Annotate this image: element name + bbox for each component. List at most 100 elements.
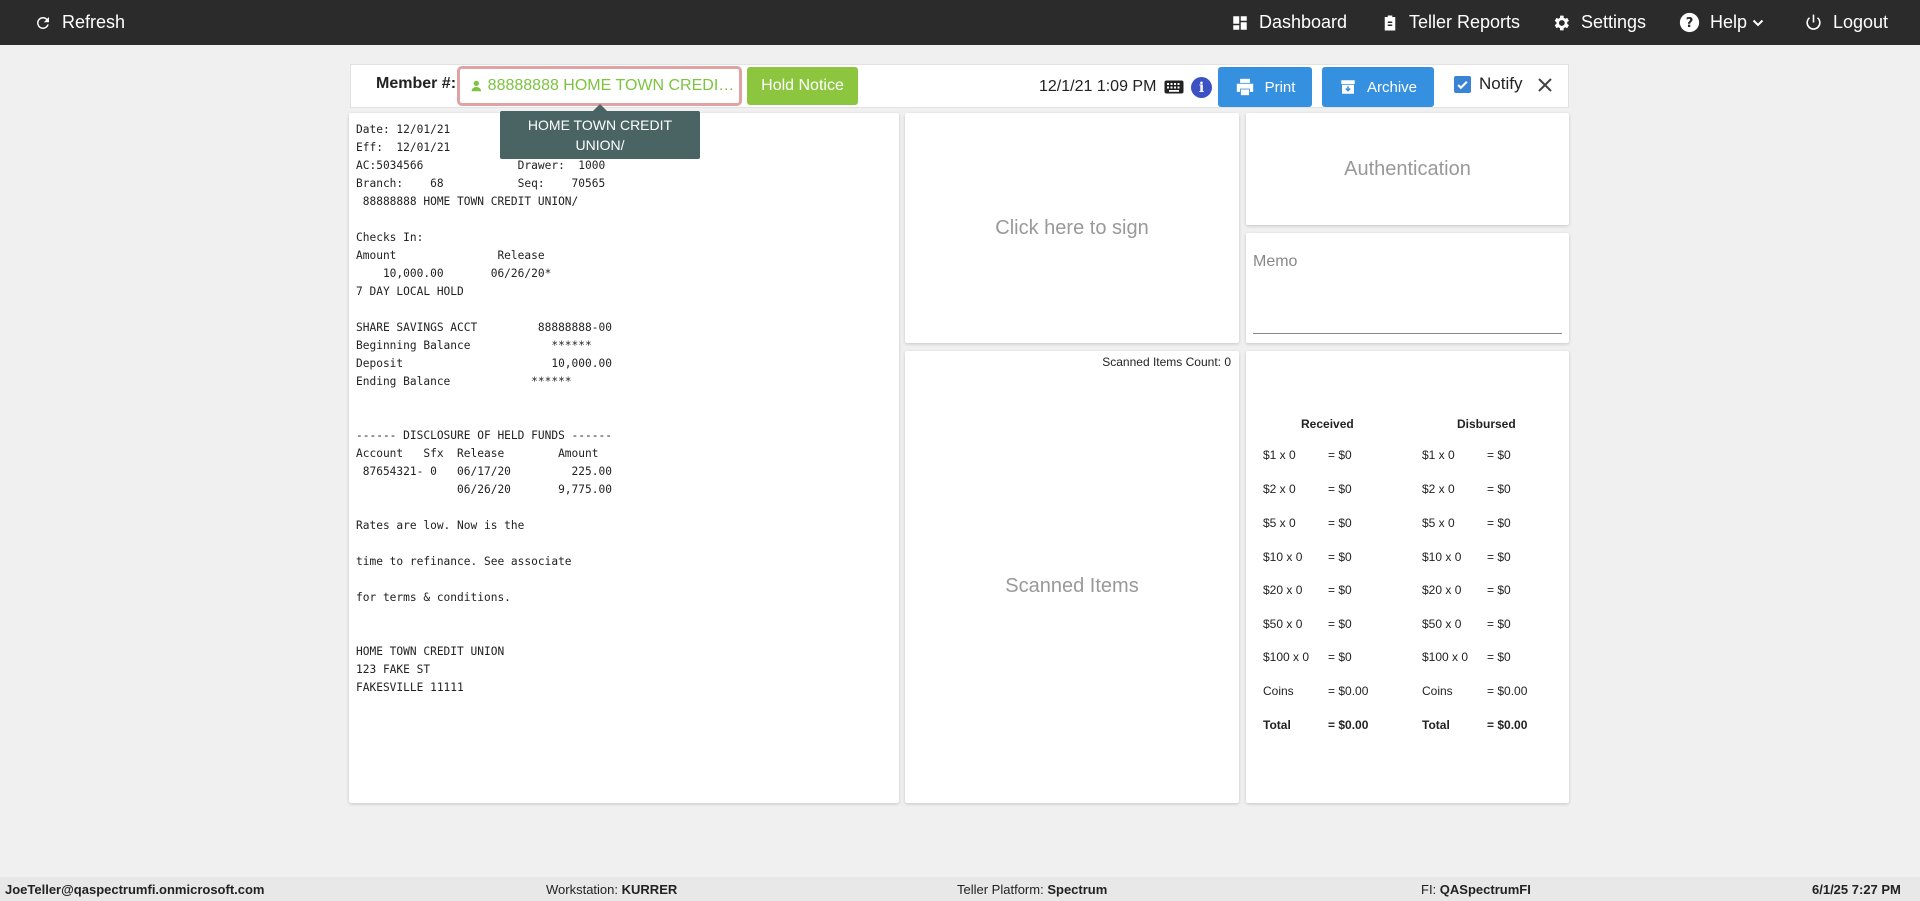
footer-workstation: Workstation: KURRER <box>546 882 678 897</box>
gear-icon <box>1554 15 1569 30</box>
received-denomination: $2 x 0 <box>1263 482 1296 496</box>
received-denomination: $1 x 0 <box>1263 448 1296 462</box>
disbursed-header: Disbursed <box>1457 417 1516 431</box>
received-denomination: Coins <box>1263 684 1294 698</box>
disbursed-amount: = $0 <box>1487 583 1511 597</box>
archive-label: Archive <box>1366 78 1418 96</box>
disbursed-amount: = $0 <box>1487 650 1511 664</box>
print-label: Print <box>1264 78 1296 96</box>
printer-icon <box>1236 78 1253 96</box>
archive-button[interactable]: Archive <box>1322 67 1434 107</box>
help-menu[interactable]: ? Help <box>1679 0 1764 45</box>
cash-breakdown-panel: Received Disbursed $1 x 0 = $0 $2 x 0 = $0 $… <box>1246 351 1569 803</box>
member-tooltip: HOME TOWN CREDIT UNION/ <box>500 104 700 159</box>
teller-reports-link[interactable]: Teller Reports <box>1381 0 1520 45</box>
tooltip-line-2: UNION/ <box>575 137 625 153</box>
scanned-items-panel: Scanned Items Count: 0 Scanned Items <box>905 351 1239 803</box>
close-icon[interactable] <box>1536 76 1554 94</box>
received-header: Received <box>1301 417 1354 431</box>
authentication-label: Authentication <box>1344 157 1471 180</box>
disbursed-denomination: $5 x 0 <box>1422 516 1455 530</box>
dashboard-icon <box>1233 15 1247 30</box>
dashboard-label: Dashboard <box>1259 12 1348 32</box>
received-amount: = $0 <box>1328 448 1352 462</box>
disbursed-denomination: $1 x 0 <box>1422 448 1455 462</box>
received-amount: = $0.00 <box>1328 718 1369 732</box>
scanned-items-title: Scanned Items <box>1005 575 1139 597</box>
received-amount: = $0 <box>1328 550 1352 564</box>
tooltip-line-1: HOME TOWN CREDIT <box>527 117 673 133</box>
notify-toggle[interactable]: Notify <box>1454 74 1522 94</box>
footer-fi: FI: QASpectrumFI <box>1421 882 1531 897</box>
archive-icon <box>1341 80 1355 94</box>
received-amount: = $0 <box>1328 583 1352 597</box>
svg-text:?: ? <box>1686 16 1694 31</box>
received-amount: = $0 <box>1328 482 1352 496</box>
disbursed-amount: = $0 <box>1487 482 1511 496</box>
clipboard-icon <box>1384 15 1396 30</box>
keyboard-icon[interactable] <box>1164 79 1184 95</box>
help-label: Help <box>1710 12 1748 32</box>
settings-label: Settings <box>1581 12 1647 32</box>
footer-platform: Teller Platform: Spectrum <box>957 882 1108 897</box>
refresh-icon <box>37 16 49 29</box>
received-amount: = $0 <box>1328 516 1352 530</box>
top-navbar: Refresh Dashboard Teller Reports Setting… <box>0 0 1920 45</box>
disbursed-denomination: $20 x 0 <box>1422 583 1462 597</box>
logout-button[interactable]: Logout <box>1804 0 1888 45</box>
help-icon: ? <box>1679 12 1700 33</box>
disbursed-denomination: $2 x 0 <box>1422 482 1455 496</box>
received-denomination: $20 x 0 <box>1263 583 1303 597</box>
disbursed-denomination: Total <box>1422 718 1450 732</box>
sign-prompt: Click here to sign <box>995 216 1149 239</box>
member-value: 88888888 HOME TOWN CREDIT ... <box>487 77 739 94</box>
print-button[interactable]: Print <box>1218 67 1312 107</box>
signature-pad[interactable]: Click here to sign <box>905 113 1239 343</box>
hold-notice-button[interactable]: Hold Notice <box>747 67 858 105</box>
scanned-items-count: Scanned Items Count: 0 <box>1102 355 1231 369</box>
member-input[interactable]: 88888888 HOME TOWN CREDIT ... <box>457 66 742 106</box>
logout-label: Logout <box>1833 12 1889 32</box>
refresh-label: Refresh <box>62 12 126 32</box>
memo-input[interactable] <box>1253 333 1562 334</box>
disbursed-amount: = $0 <box>1487 516 1511 530</box>
disbursed-amount: = $0.00 <box>1487 684 1528 698</box>
memo-panel: Memo <box>1246 233 1569 343</box>
disbursed-denomination: $50 x 0 <box>1422 617 1462 631</box>
member-label: Member #: <box>376 75 457 92</box>
received-denomination: Total <box>1263 718 1291 732</box>
refresh-button[interactable]: Refresh <box>34 0 125 45</box>
disbursed-amount: = $0 <box>1487 550 1511 564</box>
info-icon[interactable]: i <box>1191 77 1212 98</box>
disbursed-amount: = $0.00 <box>1487 718 1528 732</box>
check-icon <box>1457 80 1468 89</box>
disbursed-amount: = $0 <box>1487 617 1511 631</box>
memo-label: Memo <box>1253 253 1298 270</box>
receipt-panel: Date: 12/01/21 Eff: 12/01/21 AC:5034566 … <box>349 113 899 803</box>
footer-user: JoeTeller@qaspectrumfi.onmicrosoft.com <box>5 882 265 897</box>
chevron-down-icon <box>1752 19 1764 26</box>
disbursed-denomination: $100 x 0 <box>1422 650 1469 664</box>
disbursed-amount: = $0 <box>1487 448 1511 462</box>
toolbar-datetime: 12/1/21 1:09 PM <box>1039 78 1157 95</box>
disbursed-denomination: Coins <box>1422 684 1453 698</box>
settings-link[interactable]: Settings <box>1551 0 1646 45</box>
user-icon <box>471 80 482 92</box>
received-amount: = $0.00 <box>1328 684 1369 698</box>
received-amount: = $0 <box>1328 650 1352 664</box>
notify-checkbox[interactable] <box>1454 75 1471 93</box>
teller-reports-label: Teller Reports <box>1409 12 1521 32</box>
member-toolbar: Member #: 88888888 HOME TOWN CREDIT ... … <box>350 64 1569 108</box>
authentication-panel[interactable]: Authentication <box>1246 113 1569 225</box>
received-denomination: $5 x 0 <box>1263 516 1296 530</box>
receipt-text: Date: 12/01/21 Eff: 12/01/21 AC:5034566 … <box>356 123 612 694</box>
received-amount: = $0 <box>1328 617 1352 631</box>
disbursed-denomination: $10 x 0 <box>1422 550 1462 564</box>
received-denomination: $50 x 0 <box>1263 617 1303 631</box>
power-icon <box>1806 14 1821 30</box>
footer-datetime: 6/1/25 7:27 PM <box>1812 882 1901 897</box>
received-denomination: $100 x 0 <box>1263 650 1310 664</box>
dashboard-link[interactable]: Dashboard <box>1231 0 1347 45</box>
status-bar: JoeTeller@qaspectrumfi.onmicrosoft.com W… <box>0 877 1920 901</box>
received-denomination: $10 x 0 <box>1263 550 1303 564</box>
